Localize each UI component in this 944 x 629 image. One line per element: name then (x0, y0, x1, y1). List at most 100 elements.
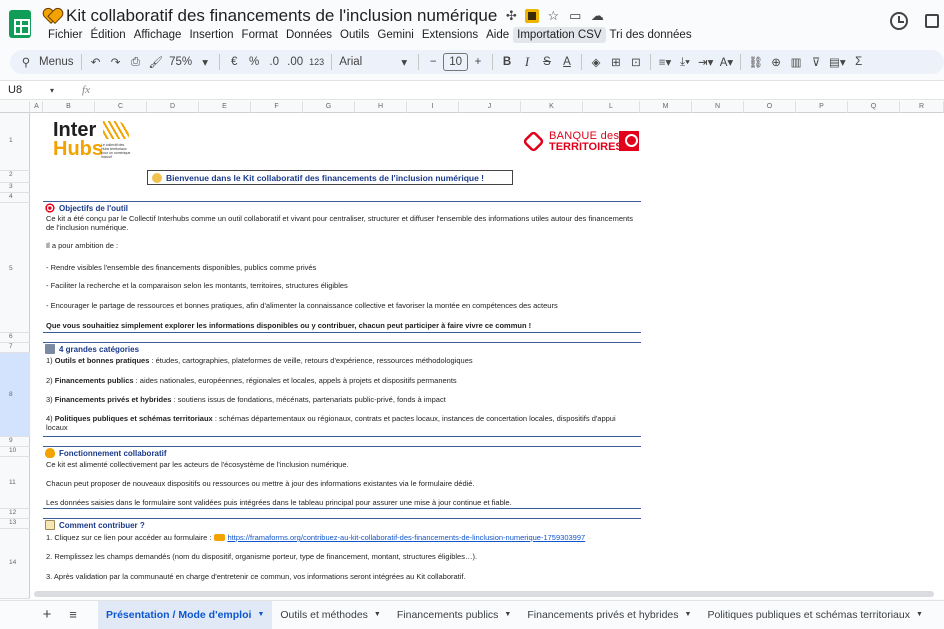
tab-outils-methodes[interactable]: Outils et méthodes ▼ (272, 601, 388, 629)
column-header[interactable]: R (900, 101, 944, 113)
more-formats-button[interactable]: 123 (306, 52, 327, 72)
move-folder-icon[interactable]: ▭ (567, 8, 583, 24)
row-header[interactable]: 5 (0, 203, 30, 333)
star-icon[interactable]: ☆ (545, 8, 561, 24)
zoom-select[interactable]: 75% (166, 52, 195, 72)
functions-button[interactable]: Σ (849, 52, 869, 72)
vertical-align-icon[interactable]: ⤓▾ (675, 52, 695, 72)
comments-icon[interactable] (925, 14, 939, 28)
search-menus-label[interactable]: Menus (36, 52, 77, 72)
horizontal-scrollbar[interactable] (34, 591, 934, 597)
row-header[interactable]: 12 (0, 509, 30, 519)
tab-financements-prives[interactable]: Financements privés et hybrides ▼ (519, 601, 699, 629)
column-header[interactable]: L (583, 101, 640, 113)
tab-politiques-publiques[interactable]: Politiques publiques et schémas territor… (699, 601, 930, 629)
insert-link-icon[interactable]: ⛓ (745, 52, 766, 72)
column-header[interactable]: B (43, 101, 95, 113)
menu-outils[interactable]: Outils (336, 27, 373, 43)
tab-financements-publics[interactable]: Financements publics ▼ (389, 601, 520, 629)
row-header[interactable]: 4 (0, 193, 30, 203)
print-icon[interactable]: ⎙ (126, 52, 146, 72)
name-box[interactable]: U8 (0, 84, 50, 96)
column-header[interactable]: P (796, 101, 848, 113)
column-header[interactable]: C (95, 101, 147, 113)
add-sheet-icon[interactable]: + (40, 606, 54, 623)
decrease-font-size-button[interactable]: − (423, 52, 443, 72)
cloud-status-icon[interactable]: ☁ (589, 8, 605, 24)
row-header[interactable]: 1 (0, 113, 30, 171)
extension-badge-icon[interactable] (525, 9, 540, 23)
sheet-grid[interactable]: Inter Hubs Le collectif des Hubs territo… (31, 113, 944, 599)
document-title[interactable]: Kit collaboratif des financements de l'i… (66, 6, 497, 26)
row-header[interactable]: 9 (0, 437, 30, 447)
menu-aide[interactable]: Aide (482, 27, 513, 43)
paint-format-icon[interactable]: 🖌 (146, 52, 167, 72)
row-header[interactable]: 8 (0, 353, 30, 437)
column-header[interactable]: G (303, 101, 355, 113)
fill-color-icon[interactable]: ◈ (586, 52, 606, 72)
column-header[interactable]: F (251, 101, 303, 113)
undo-icon[interactable]: ↶ (86, 52, 106, 72)
column-header[interactable]: M (640, 101, 692, 113)
italic-button[interactable]: I (517, 52, 537, 72)
menu-format[interactable]: Format (238, 27, 282, 43)
chevron-down-icon[interactable]: ▾ (394, 52, 414, 72)
chevron-down-icon[interactable]: ▼ (257, 611, 264, 618)
horizontal-align-icon[interactable]: ≡▾ (655, 52, 675, 72)
menu-extensions[interactable]: Extensions (418, 27, 482, 43)
menu-importation-csv[interactable]: Importation CSV (513, 27, 606, 43)
bold-button[interactable]: B (497, 52, 517, 72)
merge-cells-icon[interactable]: ⊡ (626, 52, 646, 72)
row-header[interactable]: 3 (0, 183, 30, 193)
column-header[interactable]: K (521, 101, 583, 113)
framaforms-link[interactable]: https://framaforms.org/contribuez-au-kit… (228, 533, 586, 542)
increase-decimal-button[interactable]: .00 (284, 52, 306, 72)
tab-presentation[interactable]: Présentation / Mode d'emploi ▼ (98, 600, 273, 629)
menu-insertion[interactable]: Insertion (185, 27, 237, 43)
chevron-down-icon[interactable]: ▼ (504, 611, 511, 618)
insert-comment-icon[interactable]: ⊕ (766, 52, 786, 72)
column-header[interactable]: J (459, 101, 521, 113)
borders-icon[interactable]: ⊞ (606, 52, 626, 72)
version-history-icon[interactable] (890, 12, 908, 30)
text-color-button[interactable]: A (557, 52, 577, 72)
chevron-down-icon[interactable]: ▼ (685, 611, 692, 618)
column-header[interactable]: O (744, 101, 796, 113)
chevron-down-icon[interactable]: ▼ (916, 611, 923, 618)
column-header[interactable]: I (407, 101, 459, 113)
row-header[interactable]: 10 (0, 447, 30, 457)
column-header[interactable]: A (31, 101, 43, 113)
all-sheets-icon[interactable]: ≡ (66, 607, 80, 622)
menu-tri-donnees[interactable]: Tri des données (606, 27, 696, 43)
strikethrough-button[interactable]: S (537, 52, 557, 72)
row-header[interactable]: 6 (0, 333, 30, 343)
filter-icon[interactable]: ⊽ (806, 52, 826, 72)
chevron-down-icon[interactable]: ▾ (50, 86, 54, 95)
menu-fichier[interactable]: Fichier (44, 27, 87, 43)
insert-chart-icon[interactable]: ▥ (786, 52, 806, 72)
column-header[interactable]: E (199, 101, 251, 113)
menu-donnees[interactable]: Données (282, 27, 336, 43)
increase-font-size-button[interactable]: + (468, 52, 488, 72)
menu-affichage[interactable]: Affichage (130, 27, 186, 43)
select-all-corner[interactable] (0, 101, 30, 113)
redo-icon[interactable]: ↷ (106, 52, 126, 72)
text-rotation-icon[interactable]: A▾ (716, 52, 736, 72)
menu-edition[interactable]: Édition (87, 27, 130, 43)
font-family-select[interactable]: Arial (336, 52, 394, 72)
decrease-decimal-button[interactable]: .0 (264, 52, 284, 72)
search-icon[interactable]: ⚲ (16, 52, 36, 72)
chevron-down-icon[interactable]: ▼ (374, 611, 381, 618)
sheets-logo-icon[interactable] (9, 10, 31, 38)
format-percent-button[interactable]: % (244, 52, 264, 72)
row-header[interactable]: 14 (0, 529, 30, 599)
format-currency-button[interactable]: € (224, 52, 244, 72)
column-header[interactable]: Q (848, 101, 900, 113)
text-wrapping-icon[interactable]: ⇥▾ (695, 52, 716, 72)
column-header[interactable]: N (692, 101, 744, 113)
row-header[interactable]: 11 (0, 457, 30, 509)
font-size-input[interactable]: 10 (443, 53, 468, 71)
column-header[interactable]: H (355, 101, 407, 113)
filter-views-icon[interactable]: ▤▾ (826, 52, 849, 72)
row-header[interactable]: 2 (0, 171, 30, 183)
